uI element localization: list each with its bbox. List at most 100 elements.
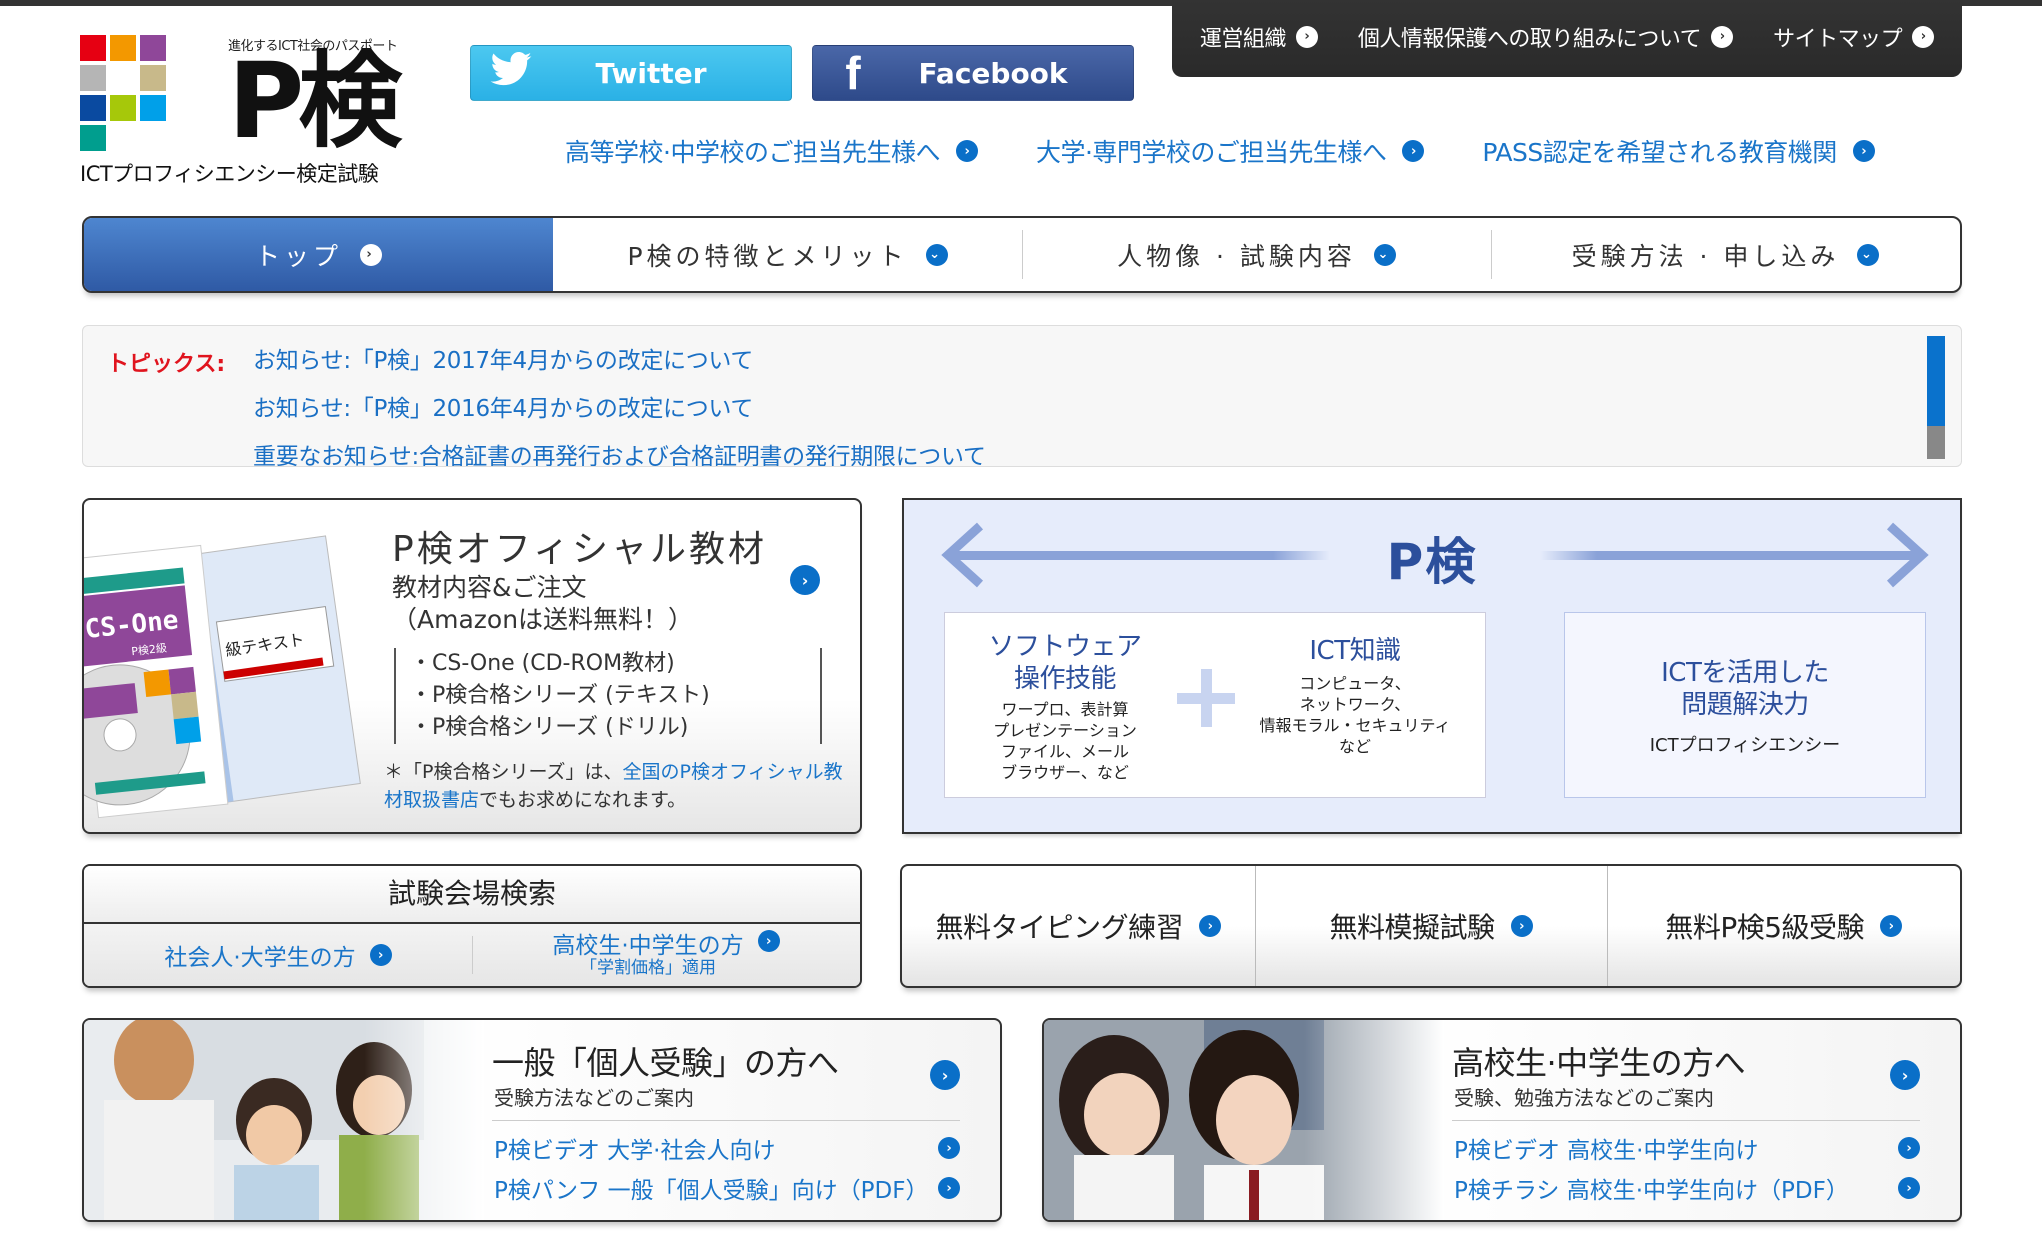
free-mock-exam-link[interactable]: 無料模擬試験 › xyxy=(1254,866,1608,986)
chevron-right-icon: › xyxy=(757,930,780,952)
ict-knowledge-details: コンピュータ、 ネットワーク、 情報モラル・セキュリティ など xyxy=(1259,674,1451,756)
venue-link-students[interactable]: 高校生·中学生の方 「学割価格」適用 › xyxy=(472,924,860,986)
nav-tab-label: 人物像 · 試験内容 xyxy=(1117,241,1356,271)
logo-square xyxy=(110,35,136,61)
chevron-right-icon: › xyxy=(1402,140,1425,162)
materials-product-image: 級テキスト CS-One P検2級 xyxy=(84,535,361,819)
venue-link-label: 社会人·大学生の方 xyxy=(164,945,356,971)
utility-link-label: サイトマップ xyxy=(1773,26,1903,52)
materials-subtitle-line: （Amazonは送料無料！） xyxy=(392,605,694,634)
utility-nav: 運営組織 › 個人情報保護への取り組みについて › サイトマップ › xyxy=(1172,0,1962,77)
venue-link-adults[interactable]: 社会人·大学生の方 › xyxy=(84,924,472,986)
audience-link-university-teachers[interactable]: 大学·専門学校のご担当先生様へ › xyxy=(1035,133,1425,169)
venue-link-label: 高校生·中学生の方 xyxy=(552,933,744,959)
problem-solving-sub: ICTプロフィシエンシー xyxy=(1649,735,1841,756)
utility-link-organization[interactable]: 運営組織 › xyxy=(1200,21,1318,53)
chevron-right-icon: › xyxy=(1880,915,1903,937)
people-photo xyxy=(84,1020,484,1220)
utility-link-label: 個人情報保護への取り組みについて xyxy=(1357,26,1702,52)
chevron-right-icon: › xyxy=(938,1177,960,1199)
chevron-right-icon: › xyxy=(1912,25,1935,48)
audience-link-label: 高等学校·中学校のご担当先生様へ xyxy=(565,138,940,167)
chevron-right-icon: › xyxy=(1898,1137,1920,1159)
video-link-university-adults[interactable]: P検ビデオ 大学·社会人向け › xyxy=(494,1132,960,1164)
global-nav: トップ › P検の特徴とメリット ⌄ 人物像 · 試験内容 ⌄ 受験方法 · 申… xyxy=(82,216,1962,293)
students-card[interactable]: 高校生·中学生の方へ 受験、勉強方法などのご案内 › P検ビデオ 高校生·中学生… xyxy=(1042,1018,1962,1222)
nav-tab-label: 受験方法 · 申し込み xyxy=(1571,241,1840,271)
flyer-pdf-link-students[interactable]: P検チラシ 高校生·中学生向け（PDF） › xyxy=(1454,1172,1920,1204)
plus-icon xyxy=(1177,669,1235,727)
video-link-students[interactable]: P検ビデオ 高校生·中学生向け › xyxy=(1454,1132,1920,1164)
card-link-label: P検ビデオ 大学·社会人向け xyxy=(494,1138,776,1164)
chevron-right-icon: › xyxy=(1711,25,1734,48)
materials-subtitle-line: 教材内容&ご注文 xyxy=(392,573,587,602)
card-subtitle: 受験、勉強方法などのご案内 xyxy=(1454,1086,1714,1110)
logo-square xyxy=(110,95,136,121)
diagram-title: P検 xyxy=(1386,533,1478,591)
materials-note: ＊「P検合格シリーズ」は、全国のP検オフィシャル教材取扱書店でもお求めになれます… xyxy=(384,758,854,814)
twitter-button[interactable]: Twitter xyxy=(470,45,792,101)
chevron-right-icon: › xyxy=(955,140,978,162)
utility-link-privacy[interactable]: 個人情報保護への取り組みについて › xyxy=(1357,21,1734,53)
official-materials-banner[interactable]: 級テキスト CS-One P検2級 P検オフィシャル教材 教材内容&ご注文 （A… xyxy=(82,498,862,834)
chevron-right-icon[interactable]: › xyxy=(1890,1060,1920,1090)
topics-label: トピックス: xyxy=(107,352,226,377)
software-skills-heading: ソフトウェア 操作技能 xyxy=(988,632,1142,694)
card-title: 一般「個人受験」の方へ xyxy=(492,1044,839,1082)
logo-mark: P検 xyxy=(228,40,402,162)
materials-title: P検オフィシャル教材 xyxy=(392,529,767,570)
software-skills-details: ワープロ、表計算 プレゼンテーション ファイル、メール ブラウザー、など xyxy=(993,700,1137,782)
logo-square xyxy=(80,125,106,151)
card-link-label: P検パンフ 一般「個人受験」向け（PDF） xyxy=(494,1178,929,1204)
facebook-label: Facebook xyxy=(918,56,1068,90)
card-title: 高校生·中学生の方へ xyxy=(1452,1044,1746,1082)
topic-link[interactable]: お知らせ:「P検」2017年4月からの改定について xyxy=(253,346,986,394)
card-link-label: P検チラシ 高校生·中学生向け（PDF） xyxy=(1454,1178,1849,1204)
logo-square xyxy=(140,65,166,91)
materials-note-text: ＊「P検合格シリーズ」は、 xyxy=(384,761,623,783)
twitter-bird-icon xyxy=(471,51,551,95)
facebook-button[interactable]: f Facebook xyxy=(812,45,1134,101)
free-tool-label: 無料タイピング練習 xyxy=(935,911,1184,944)
chevron-right-icon[interactable]: › xyxy=(930,1060,960,1090)
chevron-right-icon: › xyxy=(1852,140,1875,162)
materials-note-text: でもお求めになれます。 xyxy=(479,789,687,811)
logo-square xyxy=(80,95,106,121)
materials-list-item: ・P検合格シリーズ (テキスト) xyxy=(410,683,710,708)
problem-solving-heading: ICTを活用した 問題解決力 xyxy=(1661,658,1829,720)
nav-tab-features[interactable]: P検の特徴とメリット ⌄ xyxy=(553,218,1022,291)
pken-concept-diagram: P検 ソフトウェア 操作技能 ワープロ、表計算 プレゼンテーション ファイル、メ… xyxy=(902,498,1962,834)
logo-subtitle: ICTプロフィシエンシー検定試験 xyxy=(80,162,379,186)
facebook-f-icon: f xyxy=(845,47,861,99)
nav-tab-top[interactable]: トップ › xyxy=(84,218,553,291)
topic-link[interactable]: お知らせ:「P検」2016年4月からの改定について xyxy=(253,394,986,442)
materials-list: ・CS-One (CD-ROM教材) ・P検合格シリーズ (テキスト) ・P検合… xyxy=(394,648,822,744)
audience-link-pass-certification[interactable]: PASS認定を希望される教育機関 › xyxy=(1482,133,1875,169)
venue-search: 試験会場検索 社会人·大学生の方 › 高校生·中学生の方 「学割価格」適用 › xyxy=(82,864,862,988)
venue-link-note: 「学割価格」適用 xyxy=(580,958,716,978)
chevron-right-icon: › xyxy=(1199,915,1222,937)
pamphlet-pdf-link-general[interactable]: P検パンフ 一般「個人受験」向け（PDF） › xyxy=(494,1172,960,1204)
chevron-right-icon: › xyxy=(938,1137,960,1159)
chevron-down-icon: ⌄ xyxy=(925,243,948,266)
topics-scrollbar[interactable] xyxy=(1927,336,1945,459)
topic-link[interactable]: 重要なお知らせ:合格証書の再発行および合格証明書の発行期限について xyxy=(253,442,986,466)
nav-tab-label: P検の特徴とメリット xyxy=(627,241,908,271)
chevron-right-icon: › xyxy=(1295,25,1318,48)
topics-scrollbar-thumb[interactable] xyxy=(1927,336,1945,426)
free-typing-practice-link[interactable]: 無料タイピング練習 › xyxy=(902,866,1255,986)
chevron-right-icon: › xyxy=(1898,1177,1920,1199)
chevron-down-icon: ⌄ xyxy=(1373,243,1396,266)
audience-link-label: 大学·専門学校のご担当先生様へ xyxy=(1035,138,1387,167)
free-level5-exam-link[interactable]: 無料P検5級受験 › xyxy=(1607,866,1960,986)
audience-link-high-school-teachers[interactable]: 高等学校·中学校のご担当先生様へ › xyxy=(565,133,978,169)
materials-list-item: ・P検合格シリーズ (ドリル) xyxy=(410,715,689,740)
general-examinees-card[interactable]: 一般「個人受験」の方へ 受験方法などのご案内 › P検ビデオ 大学·社会人向け … xyxy=(82,1018,1002,1222)
chevron-right-icon: › xyxy=(360,243,382,266)
utility-link-sitemap[interactable]: サイトマップ › xyxy=(1773,21,1935,53)
site-logo[interactable]: 進化するICT社会のパスポート P検 ICTプロフィシエンシー検定試験 xyxy=(80,35,425,190)
divider xyxy=(1452,1120,1920,1121)
nav-tab-how-to-apply[interactable]: 受験方法 · 申し込み ⌄ xyxy=(1491,218,1960,291)
nav-tab-exam-content[interactable]: 人物像 · 試験内容 ⌄ xyxy=(1022,218,1491,291)
chevron-right-icon[interactable]: › xyxy=(790,565,820,595)
